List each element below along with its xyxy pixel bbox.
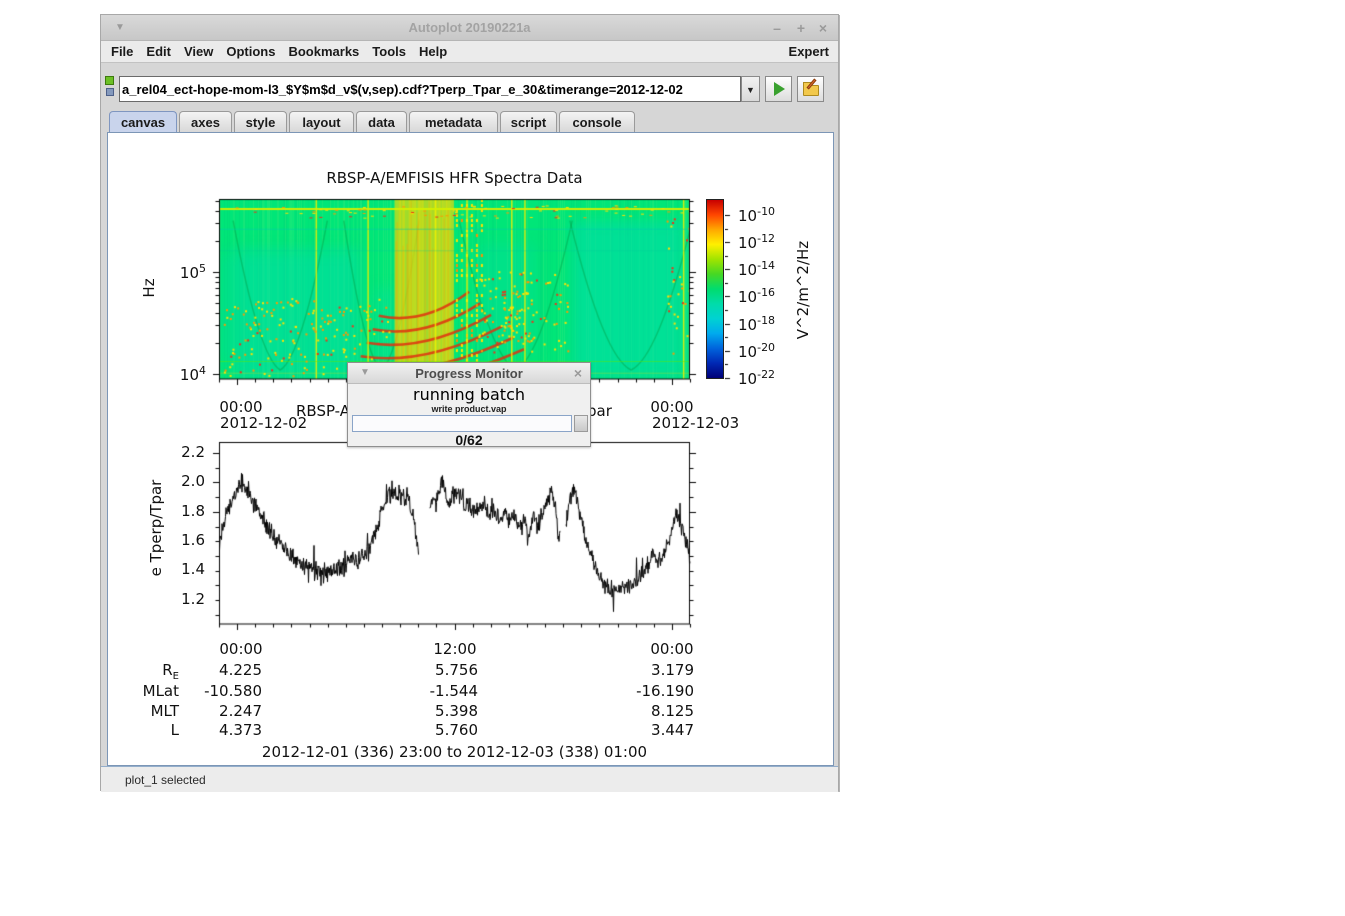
window-titlebar[interactable]: ▼ Autoplot 20190221a – + × <box>101 15 838 41</box>
open-file-button[interactable] <box>797 76 824 102</box>
menu-options[interactable]: Options <box>226 44 275 59</box>
datasource-status-green-icon <box>105 76 114 85</box>
colorbar-tick-label: 10-18 <box>738 314 775 334</box>
colorbar-tick-label: 10-20 <box>738 341 775 361</box>
progress-task-label: running batch <box>348 385 590 404</box>
lineplot-ytick-label: 1.2 <box>165 590 205 608</box>
ephemeris-row-label: MLT <box>119 702 179 723</box>
ephemeris-value: 5.760 <box>388 721 478 739</box>
spectrogram-ylabel: Hz <box>140 273 158 303</box>
time-range-label: 2012-12-01 (336) 23:00 to 2012-12-03 (33… <box>219 743 690 761</box>
plot-go-button[interactable] <box>765 76 792 102</box>
chevron-down-icon: ▼ <box>746 85 755 95</box>
main-tabs: canvas axes style layout data metadata s… <box>101 111 838 132</box>
tab-data[interactable]: data <box>356 111 407 132</box>
colorbar-tick-label: 10-12 <box>738 232 775 252</box>
dialog-close-icon[interactable]: × <box>574 365 582 381</box>
lineplot-ytick-label: 2.0 <box>165 472 205 490</box>
lineplot-ytick-label: 2.2 <box>165 443 205 461</box>
ephemeris-row-label: RE <box>119 661 179 682</box>
dialog-title: Progress Monitor <box>348 366 590 381</box>
ephemeris-value: -16.190 <box>604 682 694 700</box>
spectrogram-xtick-date: 2012-12-03 <box>652 414 739 432</box>
colorbar-tick-label: 10-14 <box>738 259 775 279</box>
close-button[interactable]: × <box>814 19 832 37</box>
ephemeris-value: 4.225 <box>172 661 262 679</box>
lineplot-ytick-label: 1.6 <box>165 531 205 549</box>
menu-help[interactable]: Help <box>419 44 447 59</box>
ephemeris-value: 5.398 <box>388 702 478 720</box>
progress-monitor-dialog[interactable]: ▼ Progress Monitor × running batch write… <box>347 362 591 447</box>
tab-style[interactable]: style <box>234 111 287 132</box>
colorbar-tick-label: 10-22 <box>738 368 775 388</box>
tab-layout[interactable]: layout <box>289 111 354 132</box>
ephemeris-value: 4.373 <box>172 721 262 739</box>
minimize-button[interactable]: – <box>768 19 786 37</box>
plot-canvas-panel[interactable]: RBSP-A/EMFISIS HFR Spectra Data Hz 105 1… <box>107 132 834 766</box>
spectrogram-xtick-date: 2012-12-02 <box>220 414 307 432</box>
colorbar-tick-label: 10-16 <box>738 286 775 306</box>
ephemeris-row-label: MLat <box>119 682 179 703</box>
menu-view[interactable]: View <box>184 44 213 59</box>
tab-canvas[interactable]: canvas <box>109 111 177 132</box>
lineplot-title-fragment-left: RBSP-A <box>296 402 350 420</box>
tab-console[interactable]: console <box>559 111 635 132</box>
progress-stop-button[interactable] <box>574 415 588 432</box>
colorbar-axis-label: V^2/m^2/Hz <box>794 234 812 346</box>
ephemeris-value: 3.179 <box>604 661 694 679</box>
ephemeris-value: 2.247 <box>172 702 262 720</box>
ephemeris-value: 8.125 <box>604 702 694 720</box>
lineplot-ytick-label: 1.8 <box>165 502 205 520</box>
tab-metadata[interactable]: metadata <box>409 111 498 132</box>
maximize-button[interactable]: + <box>792 19 810 37</box>
tab-axes[interactable]: axes <box>179 111 232 132</box>
play-icon <box>774 82 785 96</box>
lineplot-ylabel: e Tperp/Tpar <box>147 468 165 588</box>
menu-bar: File Edit View Options Bookmarks Tools H… <box>101 41 838 63</box>
lineplot-xtick-label: 12:00 <box>430 640 480 658</box>
lineplot-xtick-label: 00:00 <box>216 640 266 658</box>
menu-edit[interactable]: Edit <box>146 44 171 59</box>
progress-bar <box>352 415 572 432</box>
status-bar: plot_1 selected <box>101 766 838 792</box>
progress-subtask-label: write product.vap <box>348 404 590 414</box>
ephemeris-value: -1.544 <box>388 682 478 700</box>
window-title: Autoplot 20190221a <box>101 20 838 35</box>
dialog-titlebar[interactable]: ▼ Progress Monitor × <box>348 363 590 384</box>
menu-file[interactable]: File <box>111 44 133 59</box>
ephemeris-row-label: L <box>119 721 179 742</box>
lineplot-ytick-label: 1.4 <box>165 560 205 578</box>
datasource-status-blue-icon <box>106 88 114 96</box>
colorbar-ticks <box>725 197 735 381</box>
status-text: plot_1 selected <box>125 773 206 787</box>
colorbar-tick-label: 10-10 <box>738 205 775 225</box>
uri-input[interactable] <box>119 76 741 102</box>
lineplot-canvas[interactable] <box>209 440 700 638</box>
expert-mode-label[interactable]: Expert <box>789 44 829 59</box>
spectrogram-title: RBSP-A/EMFISIS HFR Spectra Data <box>219 169 690 187</box>
spectrogram-ytick-label: 104 <box>166 364 206 384</box>
menu-bookmarks[interactable]: Bookmarks <box>288 44 359 59</box>
ephemeris-value: 5.756 <box>388 661 478 679</box>
tab-script[interactable]: script <box>500 111 557 132</box>
ephemeris-value: 3.447 <box>604 721 694 739</box>
spectrogram-ytick-label: 105 <box>166 262 206 282</box>
uri-toolbar: ▼ <box>101 63 838 111</box>
menu-tools[interactable]: Tools <box>372 44 406 59</box>
progress-counter: 0/62 <box>348 432 590 448</box>
lineplot-xtick-label: 00:00 <box>647 640 697 658</box>
uri-dropdown-button[interactable]: ▼ <box>741 76 760 102</box>
ephemeris-value: -10.580 <box>172 682 262 700</box>
colorbar[interactable] <box>706 199 724 379</box>
